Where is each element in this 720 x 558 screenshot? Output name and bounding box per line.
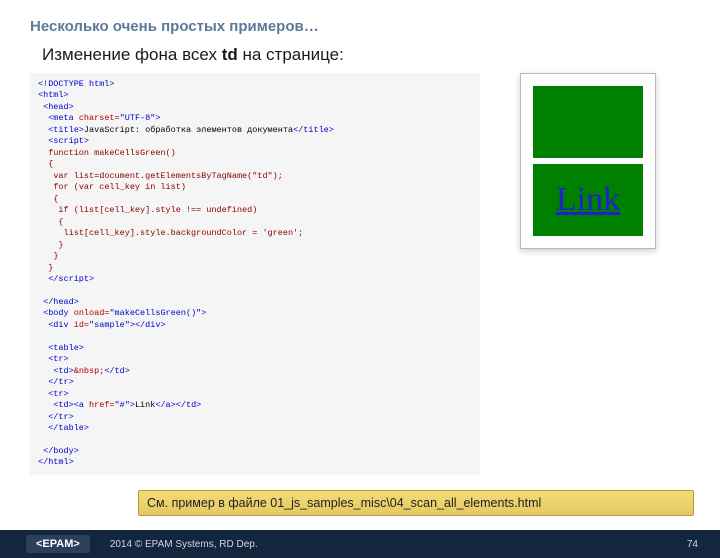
footer-copyright: 2014 © EPAM Systems, RD Dep. — [110, 539, 258, 550]
footer-logo: <EPAM> — [26, 535, 90, 553]
footer: <EPAM> 2014 © EPAM Systems, RD Dep. 74 — [0, 530, 720, 558]
note-box: См. пример в файле 01_js_samples_misc\04… — [138, 490, 694, 516]
green-cell-empty — [533, 86, 643, 158]
subtitle-bold: td — [222, 45, 238, 64]
subtitle-post: на странице: — [238, 45, 344, 64]
output-preview: Link — [520, 73, 656, 249]
green-cell-link: Link — [533, 164, 643, 236]
page-number: 74 — [687, 539, 698, 550]
code-block: <!DOCTYPE html> <html> <head> <meta char… — [30, 73, 480, 475]
slide-title: Несколько очень простых примеров… — [30, 18, 690, 35]
subtitle-pre: Изменение фона всех — [42, 45, 222, 64]
preview-link[interactable]: Link — [556, 181, 620, 219]
subtitle: Изменение фона всех td на странице: — [42, 45, 690, 65]
